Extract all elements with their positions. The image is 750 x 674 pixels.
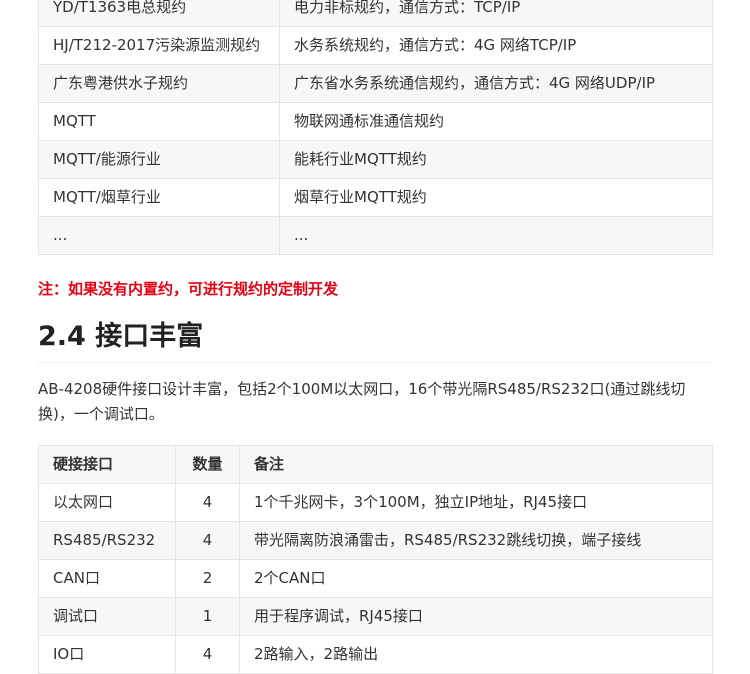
table-row: CAN口 2 2个CAN口 [38,559,713,598]
port-name: RS485/RS232 [38,521,176,560]
port-remark: 2个CAN口 [239,559,713,598]
port-name: IO口 [38,635,176,674]
port-count: 2 [175,559,240,598]
article-content: YD/T1363电总规约 电力非标规约，通信方式：TCP/IP HJ/T212-… [38,0,713,674]
port-remark: 带光隔离防浪涌雷击，RS485/RS232跳线切换，端子接线 [239,521,713,560]
table-row: MQTT/能源行业 能耗行业MQTT规约 [38,140,713,179]
table-row: 以太网口 4 1个千兆网卡，3个100M，独立IP地址，RJ45接口 [38,483,713,522]
protocol-table: YD/T1363电总规约 电力非标规约，通信方式：TCP/IP HJ/T212-… [38,0,713,255]
protocol-name: 广东粤港供水子规约 [38,64,280,103]
section-title: 2.4 接口丰富 [38,312,712,363]
protocol-name: ... [38,216,280,255]
table-row: RS485/RS232 4 带光隔离防浪涌雷击，RS485/RS232跳线切换，… [38,521,713,560]
table-row: IO口 4 2路输入，2路输出 [38,635,713,674]
port-remark: 用于程序调试，RJ45接口 [239,597,713,636]
protocol-desc: 能耗行业MQTT规约 [279,140,713,179]
port-remark: 1个千兆网卡，3个100M，独立IP地址，RJ45接口 [239,483,713,522]
port-name: CAN口 [38,559,176,598]
header-remark: 备注 [239,445,713,484]
table-row: 调试口 1 用于程序调试，RJ45接口 [38,597,713,636]
port-count: 4 [175,483,240,522]
protocol-desc: ... [279,216,713,255]
table-row: YD/T1363电总规约 电力非标规约，通信方式：TCP/IP [38,0,713,27]
port-remark: 2路输入，2路输出 [239,635,713,674]
protocol-name: MQTT/烟草行业 [38,178,280,217]
table-row: ... ... [38,216,713,255]
section-paragraph: AB-4208硬件接口设计丰富，包括2个100M以太网口，16个带光隔RS485… [38,380,686,423]
table-row: HJ/T212-2017污染源监测规约 水务系统规约，通信方式：4G 网络TCP… [38,26,713,65]
protocol-desc: 电力非标规约，通信方式：TCP/IP [279,0,713,27]
header-count: 数量 [175,445,240,484]
protocol-desc: 物联网通标准通信规约 [279,102,713,141]
port-name: 调试口 [38,597,176,636]
table-header-row: 硬接接口 数量 备注 [38,445,713,484]
protocol-desc: 广东省水务系统通信规约，通信方式：4G 网络UDP/IP [279,64,713,103]
table-row: MQTT 物联网通标准通信规约 [38,102,713,141]
header-port: 硬接接口 [38,445,176,484]
port-name: 以太网口 [38,483,176,522]
protocol-desc: 烟草行业MQTT规约 [279,178,713,217]
custom-protocol-note: 注：如果没有内置约，可进行规约的定制开发 [38,280,339,298]
table-row: MQTT/烟草行业 烟草行业MQTT规约 [38,178,713,217]
protocol-name: HJ/T212-2017污染源监测规约 [38,26,280,65]
protocol-desc: 水务系统规约，通信方式：4G 网络TCP/IP [279,26,713,65]
protocol-name: MQTT [38,102,280,141]
table-row: 广东粤港供水子规约 广东省水务系统通信规约，通信方式：4G 网络UDP/IP [38,64,713,103]
port-count: 4 [175,521,240,560]
port-count: 4 [175,635,240,674]
port-count: 1 [175,597,240,636]
protocol-name: YD/T1363电总规约 [38,0,280,27]
protocol-name: MQTT/能源行业 [38,140,280,179]
